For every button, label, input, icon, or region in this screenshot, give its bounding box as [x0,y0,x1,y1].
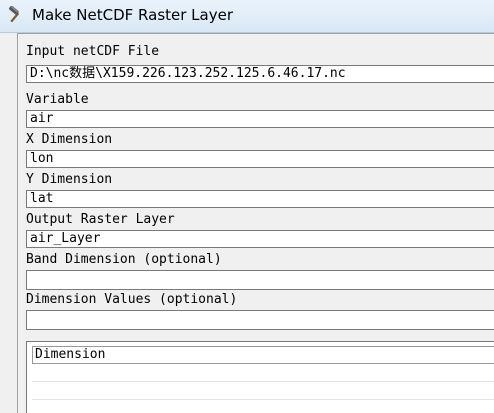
dimension-values-label: Dimension Values (optional) [26,292,238,307]
y-dimension-label: Y Dimension [26,172,113,187]
table-row[interactable] [32,400,494,413]
dimension-values-field[interactable] [26,310,494,330]
make-netcdf-raster-layer-window: Make NetCDF Raster Layer Input netCDF Fi… [0,0,494,413]
window-title: Make NetCDF Raster Layer [32,6,233,24]
band-dimension-label: Band Dimension (optional) [26,252,222,267]
variable-field[interactable]: air [26,110,494,128]
hammer-icon [6,5,24,24]
variable-label: Variable [26,92,89,107]
title-bar[interactable]: Make NetCDF Raster Layer [0,0,494,33]
dimension-values-table[interactable]: Dimension [26,341,494,413]
output-raster-layer-field[interactable]: air_Layer [26,230,494,248]
table-row[interactable] [32,364,494,382]
y-dimension-field[interactable]: lat [26,190,494,208]
input-netcdf-file-label: Input netCDF File [26,44,160,59]
x-dimension-field[interactable]: lon [26,150,494,168]
band-dimension-field[interactable] [26,270,494,290]
table-row[interactable] [32,382,494,400]
output-raster-layer-label: Output Raster Layer [26,212,175,227]
x-dimension-label: X Dimension [26,132,113,147]
input-netcdf-file-field[interactable]: D:\nc数据\X159.226.123.252.125.6.46.17.nc [26,65,494,83]
dimension-column-header[interactable]: Dimension [32,346,494,364]
